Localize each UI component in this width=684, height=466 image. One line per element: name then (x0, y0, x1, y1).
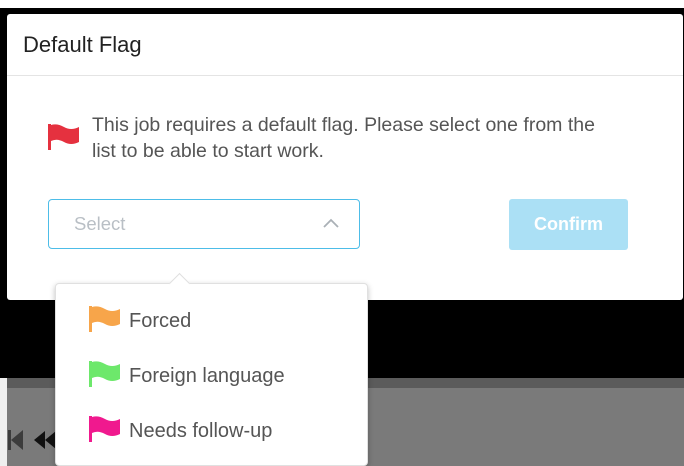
flag-icon (89, 361, 121, 392)
confirm-button[interactable]: Confirm (509, 199, 628, 250)
flag-select[interactable]: Select (48, 199, 360, 249)
option-label: Needs follow-up (129, 420, 273, 442)
flag-icon (89, 416, 121, 447)
rewind-icon[interactable] (34, 431, 56, 449)
notice-text: This job requires a default flag. Please… (92, 114, 595, 162)
flag-icon (89, 306, 121, 337)
flag-notice: This job requires a default flag. Please… (48, 112, 612, 164)
select-placeholder: Select (74, 213, 126, 234)
option-foreign-language[interactable]: Foreign language (89, 361, 285, 392)
skip-to-start-icon[interactable] (8, 430, 23, 450)
dialog-title: Default Flag (23, 31, 142, 57)
option-forced[interactable]: Forced (89, 306, 191, 337)
flag-icon (48, 124, 80, 155)
option-needs-follow-up[interactable]: Needs follow-up (89, 416, 272, 447)
chevron-up-icon[interactable] (322, 216, 340, 234)
top-border (0, 0, 684, 8)
option-label: Foreign language (129, 365, 285, 387)
flag-dropdown-menu: Forced Foreign language Needs follow-up (55, 272, 368, 466)
dialog-header: Default Flag (7, 14, 683, 76)
player-controls (8, 430, 56, 450)
option-label: Forced (129, 310, 192, 332)
left-edge (0, 378, 7, 466)
